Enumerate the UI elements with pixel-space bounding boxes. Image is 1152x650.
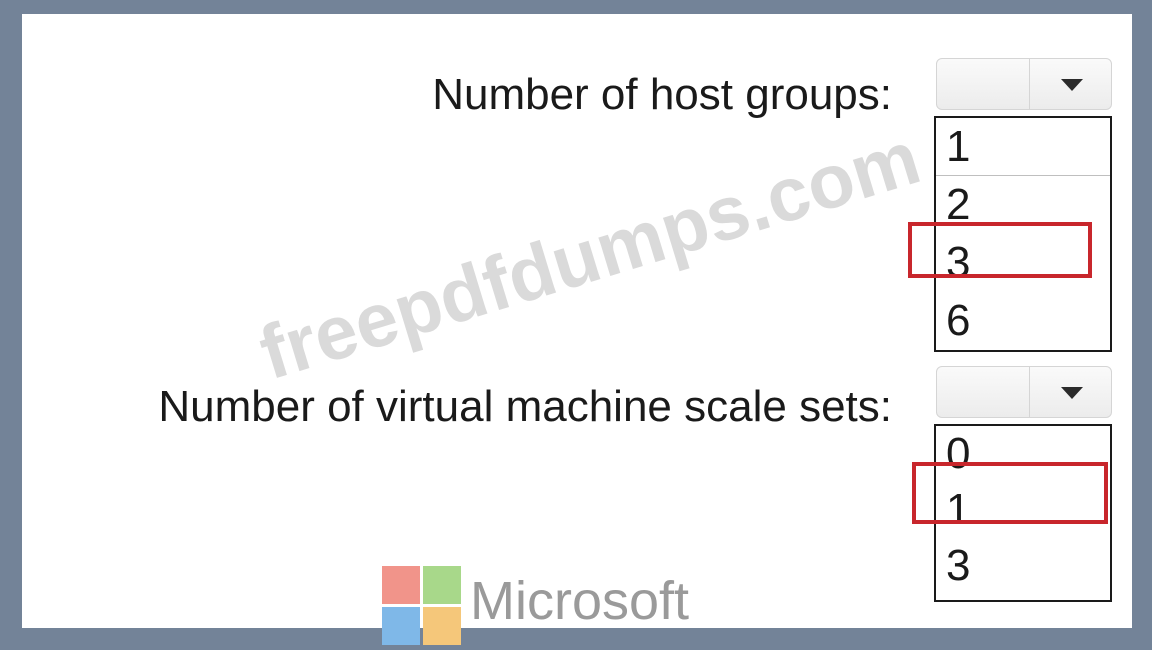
host-groups-option-1[interactable]: 1 — [936, 118, 1110, 176]
logo-square-blue — [382, 607, 420, 645]
microsoft-logo-icon — [382, 566, 462, 646]
watermark-text: freepdfdumps.com — [250, 114, 930, 397]
microsoft-logo-text: Microsoft — [470, 571, 690, 631]
logo-square-red — [382, 566, 420, 604]
host-groups-dropdown[interactable] — [936, 58, 1112, 110]
host-groups-label: Number of host groups: — [432, 70, 892, 119]
vm-scale-sets-option-1[interactable]: 1 — [936, 482, 1110, 538]
vm-scale-sets-dropdown[interactable] — [936, 366, 1112, 418]
host-groups-options: 1 2 3 6 — [934, 116, 1112, 352]
host-groups-option-2[interactable]: 2 — [936, 176, 1110, 234]
logo-square-yellow — [423, 607, 461, 645]
dropdown-divider — [1029, 59, 1030, 109]
vm-scale-sets-option-3[interactable]: 3 — [936, 538, 1110, 594]
vm-scale-sets-option-0[interactable]: 0 — [936, 426, 1110, 482]
vm-scale-sets-label: Number of virtual machine scale sets: — [158, 382, 892, 431]
host-groups-option-6[interactable]: 6 — [936, 292, 1110, 350]
chevron-down-icon[interactable] — [1061, 79, 1083, 91]
vm-scale-sets-options: 0 1 3 — [934, 424, 1112, 602]
chevron-down-icon[interactable] — [1061, 387, 1083, 399]
outer-frame: Number of host groups: 1 2 3 6 Number of… — [0, 0, 1152, 650]
dropdown-divider — [1029, 367, 1030, 417]
logo-square-green — [423, 566, 461, 604]
host-groups-option-3[interactable]: 3 — [936, 234, 1110, 292]
question-panel: Number of host groups: 1 2 3 6 Number of… — [22, 14, 1132, 645]
